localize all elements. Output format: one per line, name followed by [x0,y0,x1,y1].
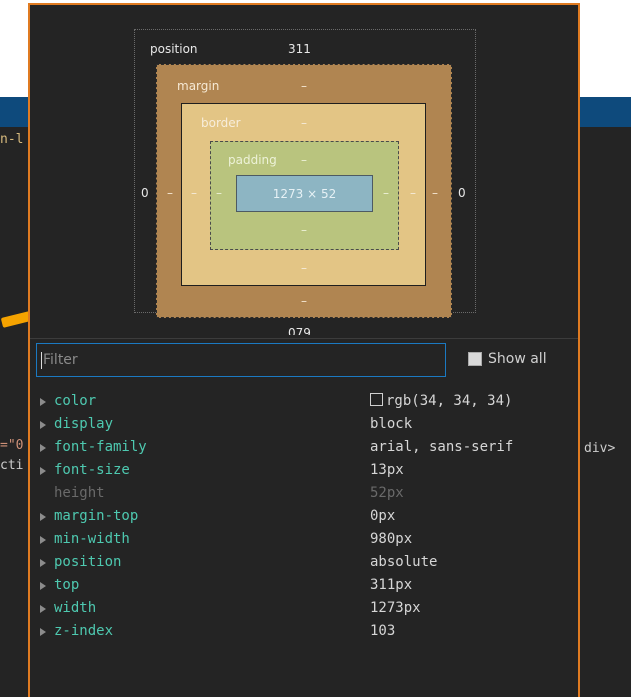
padding-right-value[interactable]: – [383,186,389,200]
property-value: 52px [370,485,404,501]
property-value: block [370,416,413,432]
property-name: margin-top [54,508,139,524]
property-value: 0px [370,508,396,524]
show-all-label: Show all [488,351,547,367]
margin-top-value[interactable]: – [301,79,307,93]
border-bottom-value[interactable]: – [301,261,307,275]
margin-left-value[interactable]: – [167,186,173,200]
content-size-label: 1273 × 52 [272,187,337,201]
property-name: min-width [54,531,130,547]
filter-placeholder: Filter [43,352,78,368]
property-row-min-width[interactable]: min-width 980px [34,528,578,551]
computed-styles-panel: position 311 0 0 margin – – – – border –… [28,3,580,697]
property-value: 103 [370,623,396,639]
position-top-value[interactable]: 311 [288,42,311,56]
margin-bottom-value[interactable]: – [301,294,307,308]
position-bottom-value[interactable]: 079 [288,326,311,335]
property-row-position[interactable]: position absolute [34,551,578,574]
border-left-value[interactable]: – [191,186,197,200]
show-all-checkbox[interactable] [468,352,482,366]
property-value: rgb(34, 34, 34) [370,393,512,409]
color-swatch-icon[interactable] [370,393,383,406]
background-code-fragment: cti [0,458,24,473]
property-value: 311px [370,577,413,593]
margin-right-value[interactable]: – [432,186,438,200]
expand-triangle-icon[interactable] [40,467,46,475]
property-value: arial, sans-serif [370,439,514,455]
background-code-fragment: div> [584,441,616,456]
property-value: 1273px [370,600,421,616]
border-right-value[interactable]: – [410,186,416,200]
padding-bottom-value[interactable]: – [301,223,307,237]
position-label: position [150,42,198,56]
property-value: 980px [370,531,413,547]
property-name: height [54,485,105,501]
property-value-text: rgb(34, 34, 34) [386,393,513,409]
expand-triangle-icon[interactable] [40,513,46,521]
property-row-z-index[interactable]: z-index 103 [34,620,578,643]
property-name: position [54,554,122,570]
property-name: font-family [54,439,147,455]
property-row-font-family[interactable]: font-family arial, sans-serif [34,436,578,459]
border-top-value[interactable]: – [301,116,307,130]
property-row-width[interactable]: width 1273px [34,597,578,620]
expand-triangle-icon[interactable] [40,421,46,429]
position-right-value[interactable]: 0 [458,186,466,200]
panel-divider [30,338,578,339]
expand-triangle-icon[interactable] [40,536,46,544]
text-caret [41,352,42,369]
property-name: width [54,600,97,616]
property-row-font-size[interactable]: font-size 13px [34,459,578,482]
background-code-fragment: n-l [0,132,24,147]
padding-left-value[interactable]: – [216,186,222,200]
property-row-color[interactable]: color rgb(34, 34, 34) [34,390,578,413]
background-code-fragment: ="0 [0,438,24,453]
expand-triangle-icon[interactable] [40,559,46,567]
position-left-value[interactable]: 0 [141,186,149,200]
property-row-margin-top[interactable]: margin-top 0px [34,505,578,528]
expand-triangle-icon[interactable] [40,628,46,636]
property-name: font-size [54,462,130,478]
property-name: top [54,577,80,593]
expand-triangle-icon[interactable] [40,605,46,613]
property-value: 13px [370,462,404,478]
padding-label: padding [228,153,277,167]
property-row-top[interactable]: top 311px [34,574,578,597]
property-name: color [54,393,97,409]
expand-triangle-icon[interactable] [40,444,46,452]
property-row-display[interactable]: display block [34,413,578,436]
margin-label: margin [177,79,220,93]
expand-triangle-icon[interactable] [40,398,46,406]
filter-input[interactable]: Filter [36,343,446,377]
property-value: absolute [370,554,438,570]
property-row-height[interactable]: height 52px [34,482,578,505]
expand-triangle-icon[interactable] [40,582,46,590]
property-name: display [54,416,114,432]
property-name: z-index [54,623,114,639]
padding-top-value[interactable]: – [301,153,307,167]
computed-properties-list: color rgb(34, 34, 34) display block font… [34,390,578,643]
border-label: border [201,116,241,130]
